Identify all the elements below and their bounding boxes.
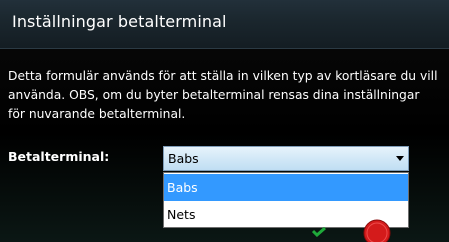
terminal-select[interactable]: Babs [163, 146, 409, 171]
description-text: Detta formulär används för att ställa in… [8, 69, 438, 121]
terminal-field-label: Betalterminal: [8, 149, 110, 164]
title-bar: Inställningar betalterminal [0, 0, 449, 49]
terminal-select-value: Babs [168, 151, 199, 166]
dropdown-option-babs[interactable]: Babs [164, 174, 408, 201]
chevron-down-icon[interactable] [396, 156, 404, 161]
checkmark-icon[interactable] [312, 227, 326, 237]
window-title: Inställningar betalterminal [12, 12, 227, 31]
settings-window: Inställningar betalterminal Detta formul… [0, 0, 449, 242]
cancel-icon[interactable] [362, 218, 392, 242]
